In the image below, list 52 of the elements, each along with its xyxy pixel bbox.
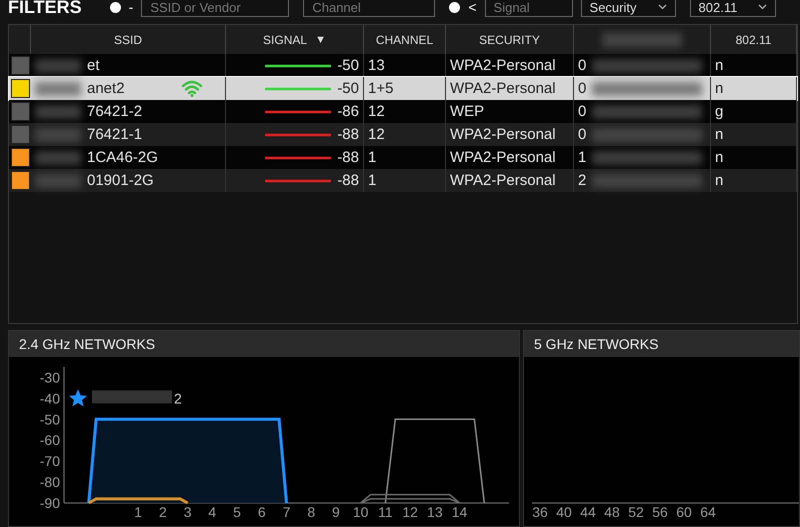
x-tick-label: 3 bbox=[184, 504, 192, 520]
mac-fragment: 0 bbox=[578, 126, 586, 143]
x-tick-label: 11 bbox=[378, 504, 393, 520]
x-axis: 1 2 3 4 5 6 7 8 9 10 11 12 13 14 bbox=[64, 502, 510, 517]
channel-cell: 1 bbox=[364, 169, 446, 192]
channel-axis: 36 40 44 48 52 56 60 64 bbox=[532, 502, 799, 517]
ssid-text: 01901-2G bbox=[87, 172, 154, 189]
x-tick-label: 12 bbox=[402, 504, 418, 520]
y-tick-label: -40 bbox=[40, 390, 60, 406]
sort-caret-icon: ▼ bbox=[315, 34, 326, 46]
mac-fragment: 1 bbox=[578, 149, 586, 166]
signal-value: -50 bbox=[337, 57, 359, 74]
panel-title: 2.4 GHz NETWORKS bbox=[9, 331, 519, 357]
signal-value: -86 bbox=[337, 103, 359, 120]
ssid-text: 76421-2 bbox=[87, 103, 142, 120]
y-tick-label: -30 bbox=[40, 369, 60, 386]
x-tick-label: 5 bbox=[233, 504, 242, 520]
x-tick-label: 2 bbox=[158, 504, 167, 520]
signal-value: -50 bbox=[337, 80, 359, 97]
signal-value: -88 bbox=[337, 126, 359, 143]
x-tick-label: 14 bbox=[452, 504, 468, 520]
mac-fragment: 0 bbox=[578, 57, 586, 74]
ssid-text: et bbox=[87, 57, 100, 74]
ssid-text: 1CA46-2G bbox=[87, 149, 158, 166]
x-tick-label: 4 bbox=[208, 504, 216, 520]
filters-title: FILTERS bbox=[8, 0, 82, 18]
security-cell: WPA2-Personal bbox=[446, 169, 574, 192]
standard-cell: n bbox=[711, 169, 797, 192]
x-tick-label: 1 bbox=[134, 504, 142, 520]
y-tick-label: -60 bbox=[40, 432, 60, 448]
y-tick-label: -50 bbox=[40, 411, 60, 428]
signal-value: -88 bbox=[337, 172, 359, 189]
x-tick-label: 6 bbox=[258, 504, 266, 520]
mac-fragment: 2 bbox=[578, 172, 586, 189]
y-axis: -30 -40 -50 -60 -70 -80 -90 bbox=[40, 366, 64, 511]
y-tick-label: -90 bbox=[40, 495, 60, 511]
ssid-operator: - bbox=[128, 0, 134, 15]
ssid-text: 76421-1 bbox=[87, 126, 142, 143]
mac-fragment: 0 bbox=[578, 80, 586, 97]
x-tick-label: 10 bbox=[352, 504, 369, 520]
y-tick-label: -80 bbox=[40, 474, 60, 490]
signal-operator: < bbox=[468, 0, 477, 15]
x-tick-label: 9 bbox=[332, 504, 340, 520]
ssid-text: anet2 bbox=[87, 80, 125, 97]
y-tick-label: -70 bbox=[40, 453, 60, 470]
network-label: 2 bbox=[174, 390, 182, 406]
x-tick-label: 7 bbox=[282, 504, 291, 520]
x-tick-label: 8 bbox=[307, 504, 316, 520]
signal-value: -88 bbox=[337, 149, 359, 166]
mac-fragment: 0 bbox=[578, 103, 586, 120]
x-tick-label: 13 bbox=[427, 504, 443, 520]
panel-title: 5 GHz NETWORKS bbox=[524, 331, 799, 357]
